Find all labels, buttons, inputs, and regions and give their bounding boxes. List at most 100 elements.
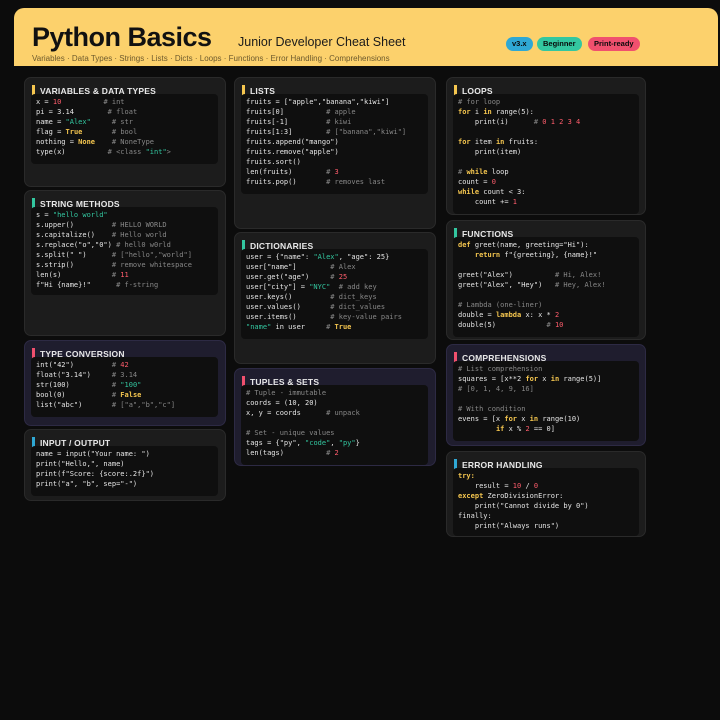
code-token: squares = [x**2 <box>458 375 526 383</box>
card-variables: VARIABLES & DATA TYPES x = 10 # int pi = … <box>24 77 226 187</box>
code-token: # dict_values <box>330 303 386 311</box>
code-token: == 0] <box>529 425 555 433</box>
code-line: x, y = coords # unpack <box>246 408 423 418</box>
code-token: # int <box>103 98 125 106</box>
code-block-io: name = input("Your name: ") print("Hello,… <box>31 446 218 496</box>
code-line: s = "hello world" <box>36 210 213 220</box>
code-line: fruits.remove("apple") <box>246 147 423 157</box>
code-token: i <box>470 108 484 116</box>
code-token: "code" <box>305 439 331 447</box>
code-line: except ZeroDivisionError: <box>458 491 634 501</box>
code-token: # dict_keys <box>330 293 377 301</box>
code-token: result = <box>458 482 513 490</box>
code-block-variables: x = 10 # int pi = 3.14 # float name = "Ale… <box>31 94 218 164</box>
code-token: # add key <box>338 283 377 291</box>
code-token: print("Cannot divide by 0") <box>458 502 589 510</box>
code-line: greet("Alex", "Hey") # Hey, Alex! <box>458 280 634 290</box>
code-line: type(x) # <class "int"> <box>36 147 213 157</box>
code-token: user = {"name": <box>246 253 314 261</box>
code-token: x <box>517 415 530 423</box>
code-line: print("a", "b", sep="-") <box>36 479 213 489</box>
code-line: s.split(" ") # ["hello","world"] <box>36 250 213 260</box>
code-token: while <box>466 168 488 176</box>
page-subtitle: Junior Developer Cheat Sheet <box>238 35 406 49</box>
code-line: fruits[1:3] # ["banana","kiwi"] <box>246 127 423 137</box>
code-token: fruits = ["apple","banana","kiwi"] <box>246 98 390 106</box>
code-line: s.strip() # remove whitespace <box>36 260 213 270</box>
code-line: double = lambda x: x * 2 <box>458 310 634 320</box>
code-token: in <box>483 108 492 116</box>
code-token: lambda <box>495 311 522 319</box>
code-block-dicts: user = {"name": "Alex", "age": 25} user["… <box>241 249 428 339</box>
code-token: 0 1 2 3 4 <box>542 118 581 126</box>
code-token: "Alex" <box>65 118 91 126</box>
code-token: x, y = coords <box>246 409 327 417</box>
code-token: True <box>334 323 352 331</box>
code-token: ZeroDivisionError: <box>483 492 564 500</box>
code-token: "name" <box>246 323 272 331</box>
code-token: double(5) <box>458 321 547 329</box>
code-token: tags = {"py", <box>246 439 306 447</box>
header-banner: Python Basics Junior Developer Cheat She… <box>14 8 718 66</box>
code-token: # remove whitespace <box>111 261 192 269</box>
code-token: # str <box>111 118 133 126</box>
code-line: for i in range(5): <box>458 107 634 117</box>
code-line: fruits.pop() # removes last <box>246 177 423 187</box>
code-token: x = <box>36 98 53 106</box>
code-line: # for loop <box>458 97 634 107</box>
page-title: Python Basics <box>32 22 212 52</box>
code-token: greet("Alex", "Hey") <box>458 281 555 289</box>
code-token: # hell0 w0rld <box>116 241 171 249</box>
code-token: 11 <box>120 271 129 279</box>
code-token: int("42") <box>36 361 112 369</box>
code-line: count = 0 <box>458 177 634 187</box>
code-token: # Hey, Alex! <box>554 281 606 289</box>
code-block-functions: def greet(name, greeting="Hi"): return f… <box>453 237 639 337</box>
code-token: # <class <box>107 148 146 156</box>
code-line: user.items() # key-value pairs <box>246 312 423 322</box>
code-line: user["name"] # Alex <box>246 262 423 272</box>
code-token: # kiwi <box>326 118 352 126</box>
code-token: len(tags) <box>246 449 327 457</box>
code-token: count += <box>458 198 513 206</box>
code-token: # f-string <box>116 281 159 289</box>
code-line: bool(0) # False <box>36 390 213 400</box>
code-line: # List comprehension <box>458 364 634 374</box>
code-token: s.strip() <box>36 261 112 269</box>
card-lists: LISTS fruits = ["apple","banana","kiwi"]… <box>234 77 436 229</box>
code-token: except <box>458 492 484 500</box>
card-functions: FUNCTIONS def greet(name, greeting="Hi")… <box>446 220 646 340</box>
code-block-tuples: # Tuple - immutable coords = (10, 20) x, y… <box>241 385 428 465</box>
code-token: # ["hello","world"] <box>111 251 192 259</box>
code-token: # <box>326 323 335 331</box>
code-token: fruits[-1] <box>246 118 327 126</box>
code-token: for <box>504 415 518 423</box>
code-line: len(tags) # 2 <box>246 448 423 458</box>
code-line: finally: <box>458 511 634 521</box>
code-line: for item in fruits: <box>458 137 634 147</box>
code-token: pi = 3.14 <box>36 108 108 116</box>
code-token: fruits: <box>504 138 539 146</box>
code-token: , "age": 25} <box>338 253 390 261</box>
code-token: print("Always runs") <box>458 522 560 530</box>
code-token: # apple <box>326 108 356 116</box>
code-block-errors: try: result = 10 / 0 except ZeroDivisionE… <box>453 468 639 536</box>
code-line: print("Always runs") <box>458 521 634 531</box>
code-token: # <box>330 273 339 281</box>
code-token: "Alex" <box>313 253 339 261</box>
code-token: bool(0) <box>36 391 112 399</box>
code-block-conversion: int("42") # 42 float("3.14") # 3.14 str(10… <box>31 357 218 417</box>
code-line: fruits.sort() <box>246 157 423 167</box>
code-token: user["name"] <box>246 263 331 271</box>
code-token: s.capitalize() <box>36 231 112 239</box>
code-line: user.values() # dict_values <box>246 302 423 312</box>
topics-list: Variables · Data Types · Strings · Lists… <box>32 54 390 63</box>
card-loops: LOOPS # for loop for i in range(5): print… <box>446 77 646 215</box>
